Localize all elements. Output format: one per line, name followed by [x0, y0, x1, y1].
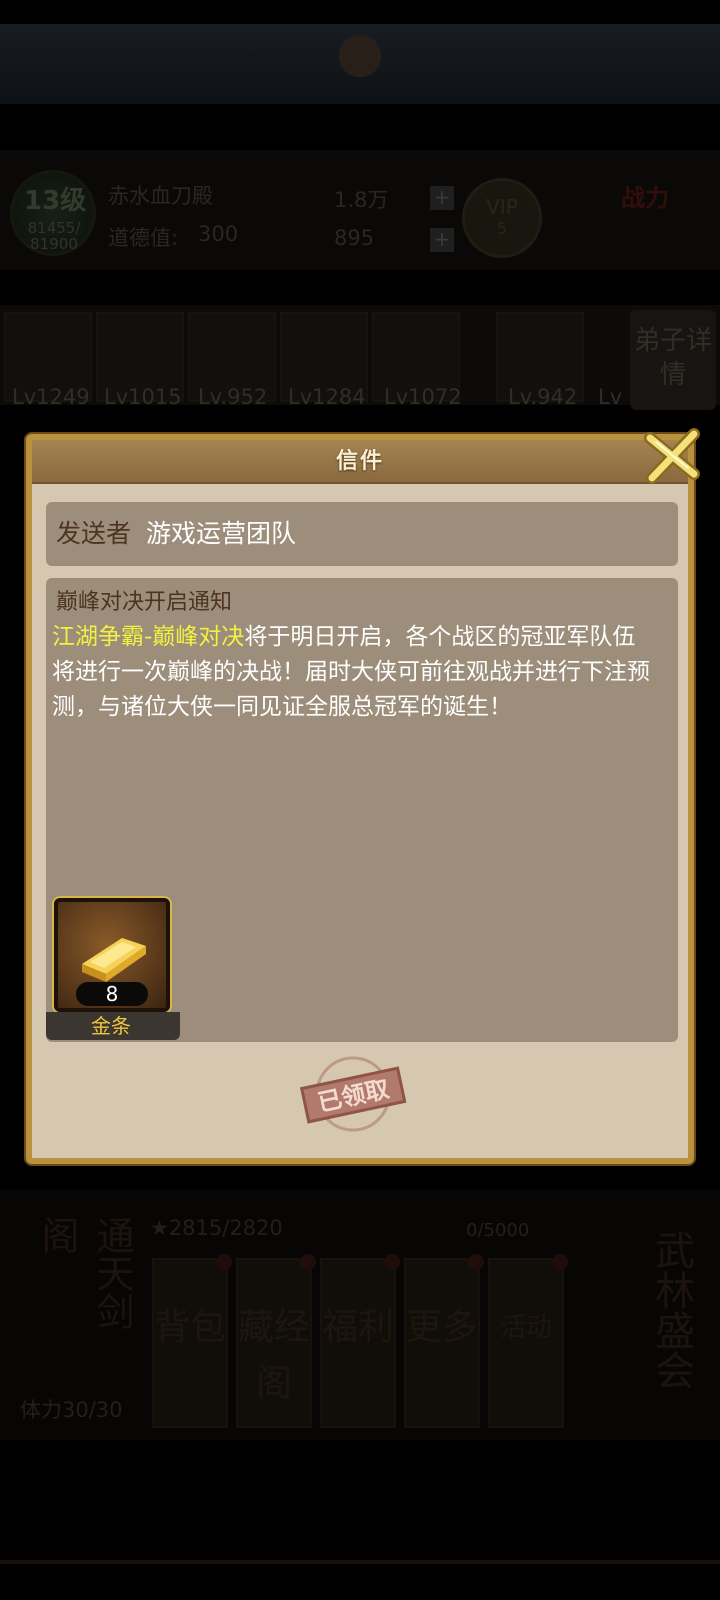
sender-label: 发送者	[56, 519, 132, 548]
close-icon	[644, 428, 700, 484]
reward-name: 金条	[91, 1014, 131, 1038]
mail-subject: 巅峰对决开启通知	[56, 590, 233, 615]
mail-dialog: 信件 发送者 游戏运营团队 巅峰对决开启通知 江湖争霸-巅峰对决将于明日开启，各…	[26, 428, 700, 1164]
sender-row: 发送者 游戏运营团队	[46, 502, 678, 566]
close-button[interactable]	[642, 426, 702, 486]
sender-name: 游戏运营团队	[146, 519, 297, 548]
dialog-header: 信件	[32, 440, 688, 484]
gold-bar-icon	[82, 938, 146, 982]
dialog-title: 信件	[335, 449, 384, 474]
mail-content: 巅峰对决开启通知 江湖争霸-巅峰对决将于明日开启，各个战区的冠亚军队伍将进行一次…	[46, 578, 678, 1042]
mail-highlight-text: 江湖争霸-巅峰对决	[52, 624, 245, 650]
reward-item[interactable]: 8	[54, 898, 170, 1012]
mail-body: 江湖争霸-巅峰对决将于明日开启，各个战区的冠亚军队伍将进行一次巅峰的决战！届时大…	[52, 620, 652, 725]
reward-name-bar: 金条	[46, 1012, 180, 1040]
reward-count: 8	[76, 982, 148, 1006]
claimed-stamp: 已领取	[298, 1054, 408, 1134]
